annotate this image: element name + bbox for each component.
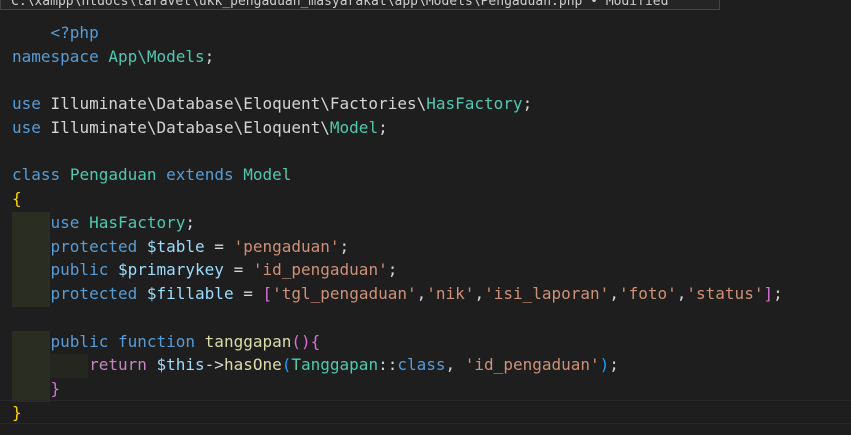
current-line-highlight	[0, 400, 851, 424]
code-line-namespace: namespace App\Models;	[12, 47, 215, 66]
code-editor[interactable]: <?php namespace App\Models; use Illumina…	[0, 0, 851, 435]
code-line: public function tanggapan(){	[50, 332, 321, 351]
code-line-use: use Illuminate\Database\Eloquent\Factori…	[12, 94, 533, 113]
code-line-use: use Illuminate\Database\Eloquent\Model;	[12, 118, 388, 137]
code-line: protected $table = 'pengaduan';	[50, 237, 350, 256]
code-line: }	[50, 379, 61, 398]
code-line: return $this->hasOne(Tanggapan::class, '…	[89, 355, 619, 374]
code-line: {	[12, 189, 22, 208]
code-line-class: class Pengaduan extends Model	[12, 165, 292, 184]
code-line: public $primarykey = 'id_pengaduan';	[50, 260, 398, 279]
code-line: protected $fillable = ['tgl_pengaduan','…	[50, 284, 783, 303]
code-line: }	[12, 403, 22, 422]
code-line: use HasFactory;	[50, 213, 196, 232]
file-path-tooltip: C:\xampp\htdocs\laravel\ukk_pengaduan_ma…	[0, 0, 720, 10]
